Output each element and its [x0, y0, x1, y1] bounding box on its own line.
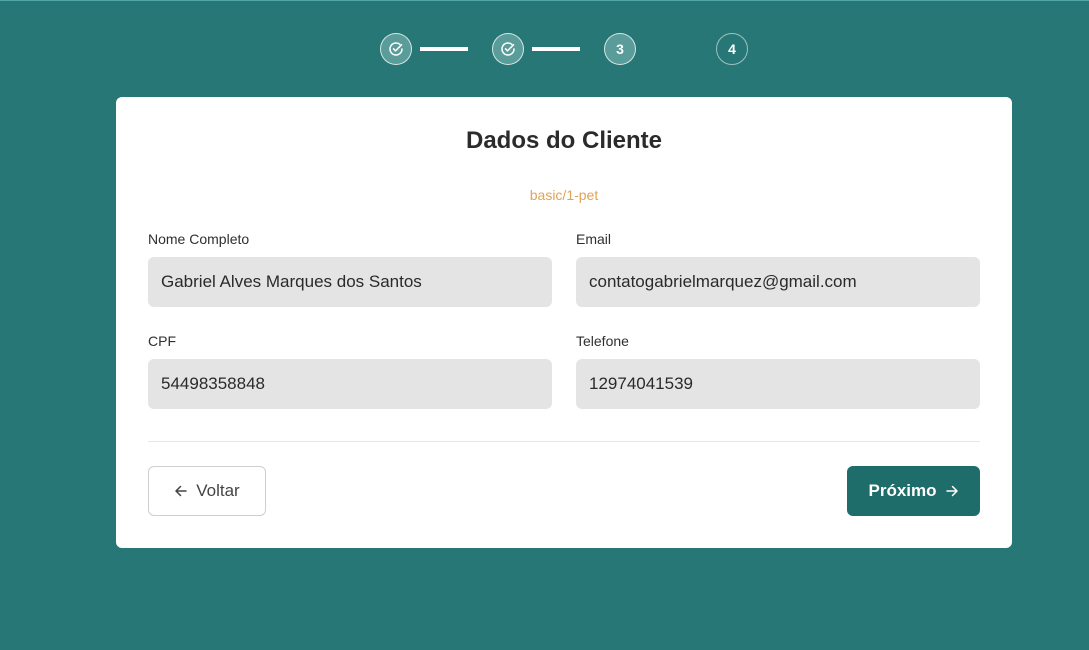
name-field-group: Nome Completo Gabriel Alves Marques dos …	[148, 231, 552, 307]
check-circle-icon	[389, 42, 403, 56]
top-border	[0, 0, 1089, 1]
step-1-completed[interactable]	[380, 33, 412, 65]
phone-field-group: Telefone 12974041539	[576, 333, 980, 409]
email-label: Email	[576, 231, 612, 247]
step-4-upcoming[interactable]: 4	[716, 33, 748, 65]
name-label: Nome Completo	[148, 231, 250, 247]
step-connector-2	[532, 47, 580, 51]
next-button[interactable]: Próximo	[847, 466, 980, 516]
step-2-completed[interactable]	[492, 33, 524, 65]
arrow-right-icon	[945, 485, 958, 497]
progress-stepper: 3 4	[380, 33, 760, 65]
phone-input[interactable]: 12974041539	[576, 359, 980, 409]
step-connector-1	[420, 47, 468, 51]
step-3-label: 3	[616, 41, 624, 57]
email-input[interactable]: contatogabrielmarquez@gmail.com	[576, 257, 980, 307]
cpf-input[interactable]: 54498358848	[148, 359, 552, 409]
name-input[interactable]: Gabriel Alves Marques dos Santos	[148, 257, 552, 307]
back-button-label: Voltar	[196, 481, 240, 500]
cpf-field-group: CPF 54498358848	[148, 333, 552, 409]
phone-label: Telefone	[576, 333, 629, 349]
email-field-group: Email contatogabrielmarquez@gmail.com	[576, 231, 980, 307]
check-circle-icon	[501, 42, 515, 56]
plan-subtitle: basic/1-pet	[529, 187, 599, 203]
cpf-label: CPF	[148, 333, 176, 349]
customer-data-card: Dados do Cliente basic/1-pet Nome Comple…	[116, 97, 1012, 548]
arrow-left-icon	[175, 485, 187, 497]
page-title: Dados do Cliente	[465, 127, 663, 154]
step-3-current[interactable]: 3	[604, 33, 636, 65]
step-4-label: 4	[728, 41, 736, 57]
divider	[148, 441, 980, 442]
back-button[interactable]: Voltar	[148, 466, 266, 516]
next-button-label: Próximo	[868, 481, 937, 500]
